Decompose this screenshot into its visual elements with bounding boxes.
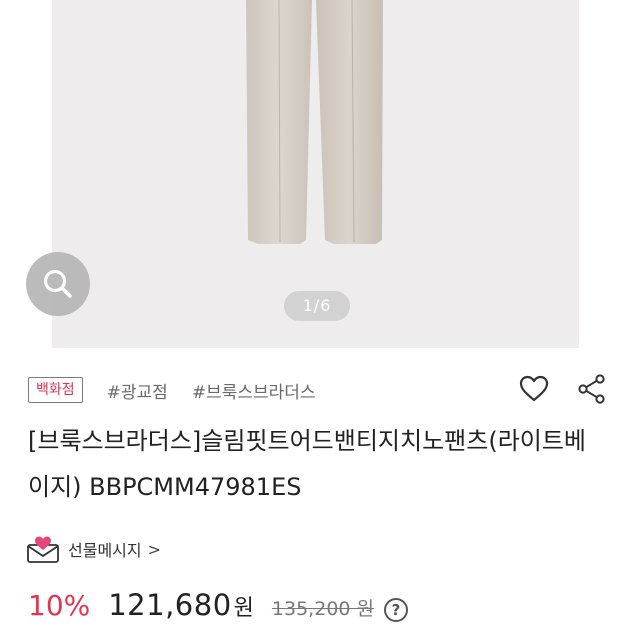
price-row: 10% 121,680 원 135,200 원 ? xyxy=(28,588,409,629)
product-title: [브룩스브라더스]슬림핏트어드밴티지치노팬츠(라이트베이지) BBPCMM479… xyxy=(28,427,587,501)
magnifier-icon xyxy=(43,269,72,298)
zoom-button[interactable] xyxy=(26,252,90,316)
product-tag-row: 백화점 #광교점 #브룩스브라더스 xyxy=(28,376,316,404)
price-help-icon[interactable]: ? xyxy=(384,598,409,622)
wishlist-button[interactable] xyxy=(518,373,550,405)
hashtag-branch[interactable]: #광교점 xyxy=(107,378,168,403)
share-button[interactable] xyxy=(576,373,608,405)
gift-message-link[interactable]: 선물메시지 > xyxy=(26,532,161,566)
chevron-right-icon: > xyxy=(147,539,162,559)
sale-price-unit: 원 xyxy=(233,596,254,621)
product-image-gallery[interactable]: 1/6 xyxy=(0,0,629,348)
gift-envelope-heart-icon xyxy=(27,536,59,563)
store-badge[interactable]: 백화점 xyxy=(28,377,83,403)
heart-outline-icon xyxy=(519,375,549,402)
sale-price: 121,680 xyxy=(108,588,232,622)
share-icon xyxy=(578,374,605,404)
discount-rate: 10% xyxy=(28,589,91,622)
original-price: 135,200 원 xyxy=(271,598,375,620)
image-page-indicator: 1/6 xyxy=(284,291,350,321)
gift-message-label: 선물메시지 xyxy=(68,541,142,560)
hashtag-brand[interactable]: #브룩스브라더스 xyxy=(192,378,316,403)
